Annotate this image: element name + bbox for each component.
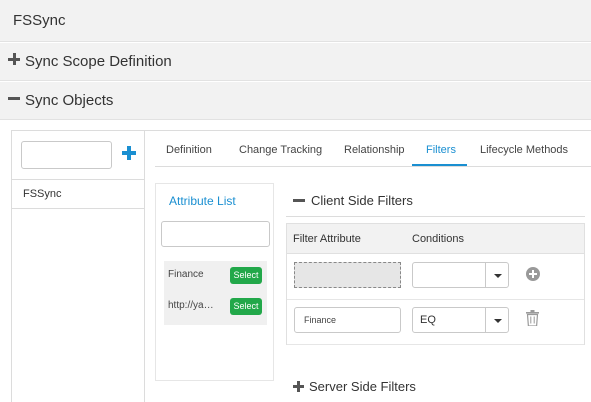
sync-objects-accordion[interactable]: Sync Objects	[0, 82, 591, 120]
active-tab-indicator	[412, 164, 467, 166]
client-filters-table: Filter Attribute Conditions Finance EQ	[286, 223, 585, 345]
condition-select[interactable]: EQ	[412, 307, 509, 333]
sync-objects-panel: FSSync Definition Change Tracking Relati…	[11, 130, 591, 402]
table-header: Filter Attribute Conditions	[287, 224, 584, 254]
app-title: FSSync	[13, 12, 66, 29]
object-tabs: Definition Change Tracking Relationship …	[155, 131, 591, 167]
select-button[interactable]: Select	[230, 298, 262, 315]
server-side-filters-header[interactable]: Server Side Filters	[286, 375, 585, 402]
sync-scope-definition-accordion[interactable]: Sync Scope Definition	[0, 43, 591, 81]
client-side-filters-title: Client Side Filters	[311, 193, 413, 208]
collapse-minus-icon	[8, 92, 20, 104]
sidebar-item-label: FSSync	[23, 188, 62, 200]
object-search-input[interactable]	[21, 141, 112, 169]
condition-value: EQ	[420, 314, 436, 326]
sync-objects-sidebar: FSSync	[12, 131, 145, 402]
expand-plus-icon	[8, 53, 20, 65]
client-side-filters-header[interactable]: Client Side Filters	[286, 185, 585, 217]
attribute-list-title: Attribute List	[169, 194, 236, 208]
add-icon[interactable]	[526, 267, 540, 281]
tab-filters[interactable]: Filters	[426, 144, 456, 156]
server-side-filters-title: Server Side Filters	[309, 379, 416, 394]
tab-relationship[interactable]: Relationship	[344, 144, 405, 156]
select-divider	[485, 263, 486, 287]
filter-attribute-field[interactable]: Finance	[294, 307, 401, 333]
filter-attribute-value: Finance	[304, 315, 337, 325]
attribute-list-panel: Attribute List Finance Select http://ya……	[155, 183, 274, 381]
tab-lifecycle-methods[interactable]: Lifecycle Methods	[480, 144, 568, 156]
chevron-down-icon	[494, 319, 502, 323]
filter-attribute-dropzone[interactable]	[294, 262, 401, 288]
list-item: Finance Select	[164, 261, 267, 291]
select-divider	[485, 308, 486, 332]
attribute-search-input[interactable]	[161, 221, 270, 247]
column-header-conditions: Conditions	[412, 233, 464, 245]
select-button[interactable]: Select	[230, 267, 262, 284]
table-row	[287, 255, 584, 300]
chevron-down-icon	[494, 274, 502, 278]
trash-icon[interactable]	[526, 310, 539, 326]
tab-definition[interactable]: Definition	[166, 144, 212, 156]
condition-select[interactable]	[412, 262, 509, 288]
column-header-filter-attribute: Filter Attribute	[293, 233, 361, 245]
table-row: Finance EQ	[287, 300, 584, 345]
accordion-label: Sync Scope Definition	[25, 53, 172, 70]
add-object-icon[interactable]	[122, 146, 136, 160]
attribute-name: Finance	[168, 269, 204, 280]
collapse-minus-icon	[293, 199, 305, 202]
accordion-label: Sync Objects	[25, 92, 114, 109]
sidebar-item-fssync[interactable]: FSSync	[12, 179, 145, 209]
attribute-list: Finance Select http://ya… Select	[164, 261, 267, 325]
tab-change-tracking[interactable]: Change Tracking	[239, 144, 322, 156]
app-header: FSSync	[0, 0, 591, 42]
attribute-name: http://ya…	[168, 300, 214, 311]
expand-plus-icon	[293, 381, 304, 392]
list-item: http://ya… Select	[164, 292, 267, 322]
